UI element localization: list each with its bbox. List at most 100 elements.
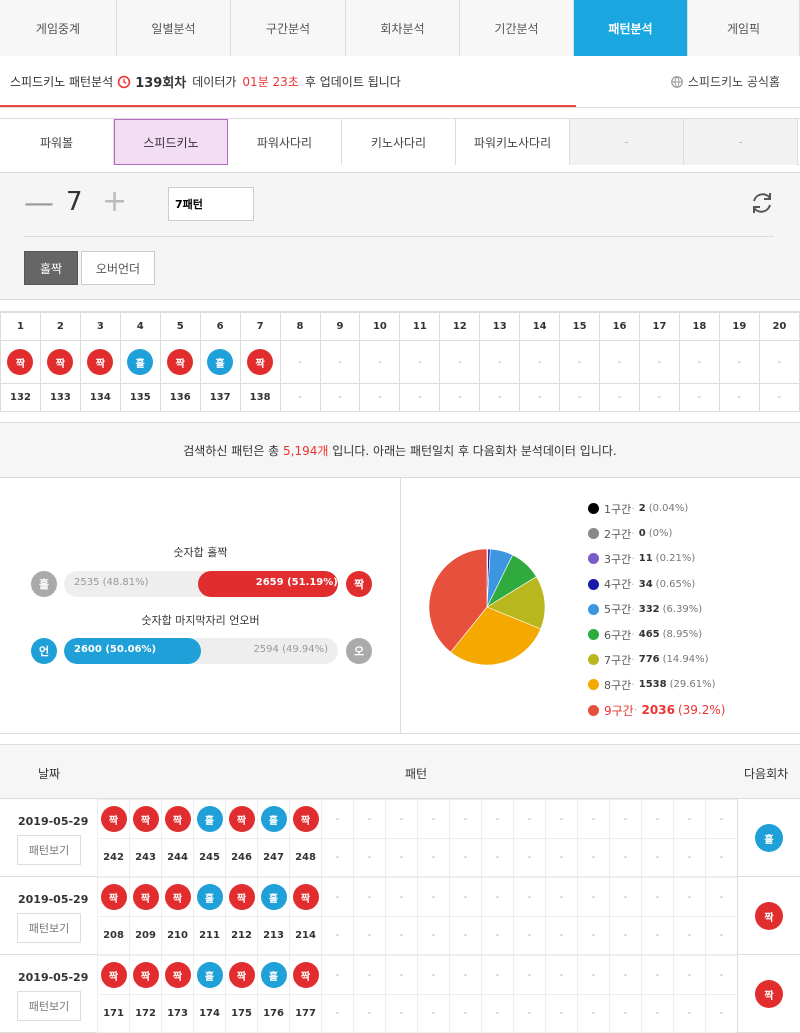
column-number: 4: [119, 312, 161, 341]
odd-even-title: 숫자합 홀짝: [173, 546, 228, 559]
column-number: 16: [599, 312, 640, 341]
game-tab-4[interactable]: 키노사다리: [342, 119, 456, 165]
sequence-cell: -: [718, 340, 760, 384]
pattern-cell: -: [513, 877, 546, 917]
round-cell: -: [678, 383, 720, 412]
pattern-round: -: [481, 916, 514, 955]
pattern-round: -: [577, 994, 610, 1033]
pattern-round: 212: [225, 916, 258, 955]
result-ball: 짝: [132, 884, 159, 910]
result-ball: 홀: [127, 349, 154, 375]
column-number: 15: [559, 312, 601, 341]
game-tab-5[interactable]: 파워키노사다리: [456, 119, 570, 165]
round-cell: 136: [159, 383, 201, 412]
next-header: 다음회차: [744, 767, 789, 781]
summary-count: 5,194개: [283, 443, 329, 458]
view-pattern-button[interactable]: 패턴보기: [17, 835, 81, 865]
official-home-link[interactable]: 스피드키노 공식홈: [670, 73, 780, 90]
pattern-cell: 짝: [129, 877, 162, 917]
decrease-button[interactable]: —: [24, 189, 54, 219]
round-cell: -: [599, 383, 640, 412]
tab-4[interactable]: 회차분석: [346, 0, 460, 56]
legend-value: 2: [638, 503, 646, 515]
legend-item: 2구간 · 0 (0%): [588, 521, 725, 546]
pattern-cell: -: [449, 877, 482, 917]
over-under-button[interactable]: 오버언더: [81, 251, 155, 285]
legend-item: 6구간 · 465 (8.95%): [588, 622, 725, 647]
sequence-cell: -: [399, 340, 441, 384]
countdown: 01분 23초: [242, 75, 299, 89]
pattern-cell: -: [353, 877, 386, 917]
pattern-round: -: [641, 916, 674, 955]
even-ball: 짝: [346, 571, 372, 597]
result-ball: 짝: [292, 962, 319, 988]
sequence-cell: 짝: [79, 340, 121, 384]
pattern-cell: -: [577, 955, 610, 995]
column-number: 14: [519, 312, 561, 341]
game-tab-2[interactable]: 스피드키노: [114, 119, 228, 165]
odd-even-button[interactable]: 홀짝: [24, 251, 78, 285]
result-ball: 짝: [292, 884, 319, 910]
game-tabs: 파워볼 스피드키노 파워사다리 키노사다리 파워키노사다리 - -: [0, 118, 800, 165]
legend-percent: (39.2%): [677, 703, 726, 718]
round-number: 139회차: [135, 76, 187, 91]
tab-5[interactable]: 기간분석: [460, 0, 574, 56]
pattern-round: 245: [193, 838, 226, 877]
refresh-icon[interactable]: [748, 189, 776, 217]
pattern-cell: 홀: [193, 799, 226, 839]
pattern-cell: -: [353, 955, 386, 995]
pattern-cell: 짝: [97, 877, 130, 917]
pattern-round: -: [481, 838, 514, 877]
pattern-round: -: [705, 916, 738, 955]
tab-6[interactable]: 패턴분석: [574, 0, 688, 56]
tab-7[interactable]: 게임픽: [688, 0, 800, 56]
odd-count: 2535 (48.81%): [74, 577, 149, 588]
increase-button[interactable]: +: [102, 187, 127, 217]
game-tab-1[interactable]: 파워볼: [0, 119, 114, 165]
tab-2[interactable]: 일별분석: [117, 0, 231, 56]
legend-percent: (29.61%): [669, 679, 716, 691]
pattern-cell: 짝: [97, 799, 130, 839]
pattern-cell: -: [641, 955, 674, 995]
round-cell: -: [359, 383, 401, 412]
legend-percent: (0.04%): [648, 503, 689, 515]
legend-separator: ·: [631, 527, 635, 541]
column-number: 11: [399, 312, 441, 341]
pattern-round: 172: [129, 994, 162, 1033]
tab-1[interactable]: 게임중계: [0, 0, 117, 56]
pattern-cell: -: [705, 799, 738, 839]
sequence-cell: -: [639, 340, 680, 384]
pattern-round: -: [641, 838, 674, 877]
pattern-cell: 짝: [129, 955, 162, 995]
pattern-round: -: [545, 916, 578, 955]
result-ball: 짝: [164, 884, 191, 910]
game-tab-3[interactable]: 파워사다리: [228, 119, 342, 165]
pattern-cell: -: [609, 799, 642, 839]
result-ball: 홀: [196, 884, 223, 910]
sequence-cell: 홀: [119, 340, 161, 384]
tab-3[interactable]: 구간분석: [231, 0, 346, 56]
view-pattern-button[interactable]: 패턴보기: [17, 991, 81, 1021]
pattern-round: -: [577, 838, 610, 877]
legend-value: 465: [638, 629, 660, 641]
over-under-title: 숫자합 마지막자리 언오버: [141, 614, 260, 627]
pattern-round: -: [385, 916, 418, 955]
stats-panel: 숫자합 홀짝 홀 2535 (48.81%) 2659 (51.19%) 짝 숫…: [0, 478, 800, 734]
legend-value: 332: [638, 603, 660, 615]
pattern-length-input[interactable]: [168, 187, 254, 221]
pattern-round: 242: [97, 838, 130, 877]
pattern-cell: 홀: [257, 955, 290, 995]
next-result: 짝: [737, 877, 800, 955]
pattern-round: -: [321, 916, 354, 955]
column-number: 10: [359, 312, 401, 341]
pattern-round: -: [545, 838, 578, 877]
pattern-round: -: [577, 916, 610, 955]
pattern-round: -: [353, 916, 386, 955]
view-pattern-button[interactable]: 패턴보기: [17, 913, 81, 943]
legend-label: 1구간: [604, 502, 632, 516]
pattern-round: -: [641, 994, 674, 1033]
result-ball: 짝: [228, 884, 255, 910]
legend-label: 2구간: [604, 527, 632, 541]
current-sequence: 1 2 3 4 5 6 7 8 9 10 11 12 13 14 15 16 17 18 19 20 짝짝짝홀짝홀짝-…: [0, 311, 800, 412]
round-cell: -: [479, 383, 521, 412]
